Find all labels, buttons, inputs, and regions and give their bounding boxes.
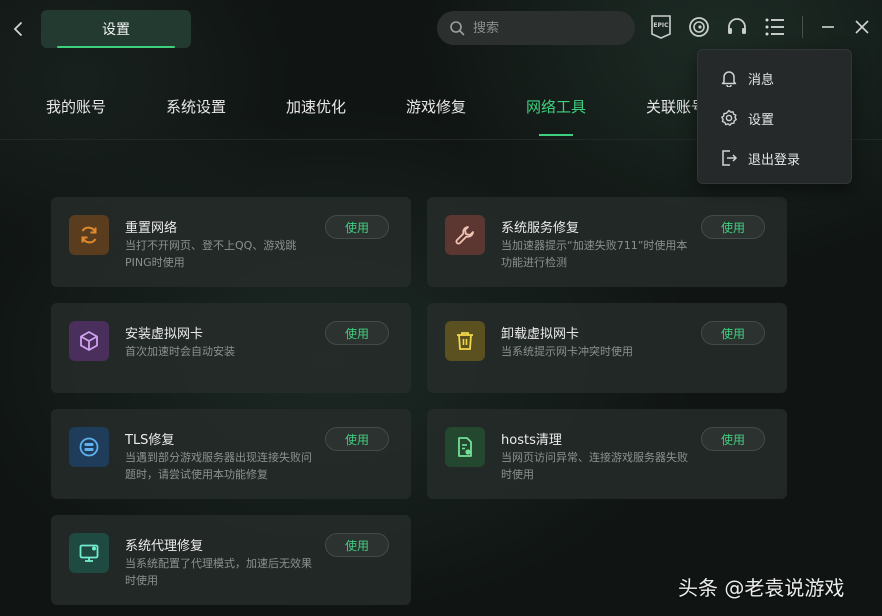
close-button[interactable] [850,15,874,39]
cube-icon [69,321,109,361]
user-dropdown-menu: 消息 设置 退出登录 [697,49,852,184]
watermark: 头条 @老袁说游戏 [678,576,845,600]
tool-title: 系统代理修复 [125,539,204,554]
search-icon [450,21,465,36]
tab-system-settings[interactable]: 系统设置 [166,96,226,117]
tool-card-tls-repair: TLS修复 当遇到部分游戏服务器出现连接失败问题时，请尝试使用本功能修复 使用 [51,409,411,499]
search-input[interactable] [473,20,623,36]
tool-desc: 当系统提示网卡冲突时使用 [501,345,633,358]
svg-text:EPIC: EPIC [653,22,669,29]
bell-icon [720,69,738,87]
chevron-left-icon [13,22,22,36]
tool-card-hosts-clean: hosts清理 当网页访问异常、连接游戏服务器失败时使用 使用 [427,409,787,499]
menu-item-messages[interactable]: 消息 [698,60,851,96]
tab-acceleration[interactable]: 加速优化 [286,96,346,117]
back-button[interactable] [8,17,28,41]
toolbar-divider [802,16,803,38]
tool-card-uninstall-vnic: 卸载虚拟网卡 当系统提示网卡冲突时使用 使用 [427,303,787,393]
use-button[interactable]: 使用 [325,321,389,345]
gear-icon [720,109,738,127]
active-tab-underline [539,134,574,136]
tool-desc: 当加速器提示“加速失败711”时使用本功能进行检测 [501,239,688,269]
menu-item-settings[interactable]: 设置 [698,100,851,136]
headset-icon[interactable] [725,15,749,39]
tool-desc: 当遇到部分游戏服务器出现连接失败问题时，请尝试使用本功能修复 [125,451,312,481]
menu-list-icon[interactable] [763,15,787,39]
use-button[interactable]: 使用 [325,427,389,451]
menu-item-label: 退出登录 [748,152,801,168]
minimize-button[interactable] [816,15,840,39]
tool-desc: 当系统配置了代理模式，加速后无效果时使用 [125,557,312,587]
menu-item-label: 设置 [748,112,775,128]
tls-icon [69,427,109,467]
tool-card-reset-network: 重置网络 当打不开网页、登不上QQ、游戏跳PING时使用 使用 [51,197,411,287]
monitor-icon [69,533,109,573]
ubisoft-icon[interactable] [687,15,711,39]
title-tab-underline [57,46,175,48]
close-icon [855,20,869,34]
settings-title-tab[interactable]: 设置 [41,10,191,48]
tab-network-tools[interactable]: 网络工具 [526,96,586,136]
use-button[interactable]: 使用 [701,321,765,345]
tool-title: 系统服务修复 [501,221,580,236]
tool-title: hosts清理 [501,433,562,448]
wrench-icon [445,215,485,255]
tool-desc: 当打不开网页、登不上QQ、游戏跳PING时使用 [125,239,297,269]
trash-icon [445,321,485,361]
tool-title: TLS修复 [125,433,175,448]
tool-card-service-repair: 系统服务修复 当加速器提示“加速失败711”时使用本功能进行检测 使用 [427,197,787,287]
tab-my-account[interactable]: 我的账号 [46,96,106,117]
use-button[interactable]: 使用 [325,215,389,239]
file-clean-icon [445,427,485,467]
search-box[interactable] [437,11,635,45]
menu-item-logout[interactable]: 退出登录 [698,140,851,176]
epic-store-icon[interactable]: EPIC [649,15,673,39]
tab-game-repair[interactable]: 游戏修复 [406,96,466,117]
tool-card-install-vnic: 安装虚拟网卡 首次加速时会自动安装 使用 [51,303,411,393]
use-button[interactable]: 使用 [701,215,765,239]
refresh-icon [69,215,109,255]
tool-title: 安装虚拟网卡 [125,327,204,342]
logout-icon [720,149,738,167]
use-button[interactable]: 使用 [325,533,389,557]
tool-title: 重置网络 [125,221,178,236]
minimize-icon [822,26,834,28]
tool-title: 卸载虚拟网卡 [501,327,580,342]
use-button[interactable]: 使用 [701,427,765,451]
tool-card-proxy-repair: 系统代理修复 当系统配置了代理模式，加速后无效果时使用 使用 [51,515,411,605]
tool-desc: 当网页访问异常、连接游戏服务器失败时使用 [501,451,688,481]
tool-desc: 首次加速时会自动安装 [125,345,235,358]
menu-item-label: 消息 [748,72,775,88]
settings-title-label: 设置 [102,22,130,38]
